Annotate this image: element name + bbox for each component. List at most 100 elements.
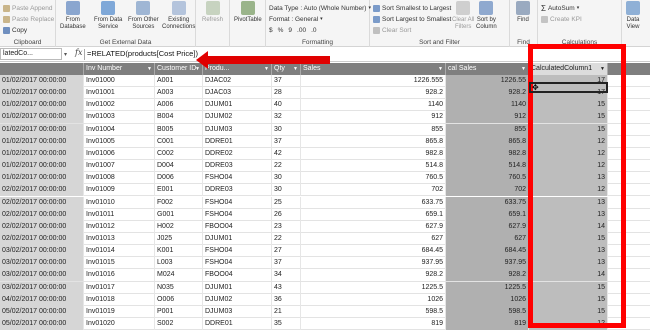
table-cell[interactable]: DDRE03 (203, 160, 272, 173)
table-cell[interactable]: FBOO04 (203, 220, 272, 233)
table-cell[interactable]: Inv01015 (84, 257, 155, 270)
table-cell[interactable]: 1226.555 (301, 75, 446, 87)
table-cell[interactable]: 937.95 (301, 257, 446, 270)
format-dropdown[interactable]: Format : General ▾ (269, 14, 323, 24)
table-cell[interactable]: Inv01001 (84, 87, 155, 100)
table-cell[interactable]: B005 (155, 123, 203, 136)
table-cell[interactable]: 22 (272, 232, 301, 245)
table-cell[interactable]: F002 (155, 196, 203, 209)
table-cell[interactable]: 937.95 (446, 257, 529, 270)
table-cell[interactable]: 02/02/2017 00:00:00 (0, 208, 84, 221)
existing-connections-button[interactable]: Existing Connections (162, 1, 195, 31)
table-cell[interactable]: A001 (155, 75, 203, 87)
table-cell[interactable]: Inv01012 (84, 220, 155, 233)
table-cell[interactable]: 659.1 (446, 208, 529, 221)
table-cell[interactable]: 627 (301, 232, 446, 245)
table-cell[interactable]: 982.8 (301, 147, 446, 160)
table-cell[interactable]: DJUM01 (203, 99, 272, 112)
table-cell[interactable]: H002 (155, 220, 203, 233)
table-cell[interactable]: DDRE01 (203, 135, 272, 148)
table-cell[interactable]: Inv01008 (84, 172, 155, 185)
formula-input[interactable]: =RELATED(products[Cost Price]) (87, 49, 198, 59)
table-cell[interactable]: 627.9 (301, 220, 446, 233)
percent-button[interactable]: % (278, 27, 284, 34)
table-cell[interactable]: 02/02/2017 00:00:00 (0, 196, 84, 209)
table-cell[interactable]: 1140 (301, 99, 446, 112)
sort-smallest-largest-button[interactable]: Sort Smallest to Largest (373, 3, 451, 13)
table-cell[interactable]: 684.45 (446, 245, 529, 258)
table-cell[interactable]: DJUM03 (203, 123, 272, 136)
clear-sort-button[interactable]: Clear Sort (373, 25, 411, 35)
table-cell[interactable]: Inv01003 (84, 111, 155, 124)
table-cell[interactable]: 760.5 (446, 172, 529, 185)
table-cell[interactable]: 30 (272, 184, 301, 197)
table-cell[interactable]: N035 (155, 281, 203, 294)
table-cell[interactable]: 30 (272, 123, 301, 136)
table-cell[interactable]: 23 (272, 220, 301, 233)
table-cell[interactable]: 1140 (446, 99, 529, 112)
table-cell[interactable]: Inv01009 (84, 184, 155, 197)
filter-dropdown-icon[interactable]: ▼ (264, 63, 269, 75)
table-cell[interactable]: DDRE01 (203, 318, 272, 330)
table-cell[interactable]: 40 (272, 99, 301, 112)
table-cell[interactable]: 01/02/2017 00:00:00 (0, 75, 84, 87)
table-cell[interactable]: FSHO04 (203, 257, 272, 270)
filter-dropdown-icon[interactable]: ▼ (438, 63, 443, 75)
table-cell[interactable]: 01/02/2017 00:00:00 (0, 87, 84, 100)
table-cell[interactable]: 819 (446, 318, 529, 330)
table-cell[interactable]: 01/02/2017 00:00:00 (0, 99, 84, 112)
table-cell[interactable]: M024 (155, 269, 203, 282)
table-cell[interactable]: FSHO04 (203, 196, 272, 209)
table-cell[interactable]: Inv01014 (84, 245, 155, 258)
from-data-service-button[interactable]: From Data Service (94, 1, 122, 31)
name-box[interactable]: latedCo... (0, 48, 62, 60)
table-cell[interactable]: 928.2 (446, 87, 529, 100)
table-cell[interactable]: 865.8 (446, 135, 529, 148)
table-cell[interactable]: Inv01006 (84, 147, 155, 160)
table-cell[interactable]: 760.5 (301, 172, 446, 185)
pivottable-button[interactable]: PivotTable (234, 1, 262, 24)
column-header[interactable]: cal Sales ▼ (446, 63, 529, 75)
table-cell[interactable]: 27 (272, 245, 301, 258)
table-cell[interactable]: 02/02/2017 00:00:00 (0, 220, 84, 233)
table-cell[interactable]: J025 (155, 232, 203, 245)
table-cell[interactable]: 01/02/2017 00:00:00 (0, 160, 84, 173)
table-cell[interactable]: 01/02/2017 00:00:00 (0, 111, 84, 124)
table-cell[interactable]: 43 (272, 281, 301, 294)
table-cell[interactable]: 22 (272, 160, 301, 173)
table-cell[interactable]: 35 (272, 318, 301, 330)
paste-append-button[interactable]: Paste Append (3, 3, 52, 13)
table-cell[interactable]: Inv01020 (84, 318, 155, 330)
paste-replace-button[interactable]: Paste Replace (3, 14, 54, 24)
increase-decimal-button[interactable]: .00 (297, 27, 306, 34)
chevron-down-icon[interactable]: ▾ (64, 51, 67, 58)
table-cell[interactable]: 36 (272, 293, 301, 306)
table-cell[interactable]: 598.5 (301, 305, 446, 318)
table-cell[interactable]: P001 (155, 305, 203, 318)
table-cell[interactable]: 928.2 (446, 269, 529, 282)
table-cell[interactable]: 28 (272, 87, 301, 100)
table-cell[interactable]: 627.9 (446, 220, 529, 233)
table-cell[interactable]: 21 (272, 305, 301, 318)
table-cell[interactable]: 514.8 (446, 160, 529, 173)
table-cell[interactable]: 702 (446, 184, 529, 197)
create-kpi-button[interactable]: Create KPI (541, 14, 582, 24)
comma-style-button[interactable]: 9 (288, 27, 292, 34)
table-cell[interactable]: C002 (155, 147, 203, 160)
autosum-button[interactable]: Σ AutoSum ▾ (541, 3, 579, 13)
table-cell[interactable]: 26 (272, 208, 301, 221)
table-cell[interactable]: A003 (155, 87, 203, 100)
table-cell[interactable]: Inv01018 (84, 293, 155, 306)
table-cell[interactable]: 627 (446, 232, 529, 245)
table-cell[interactable]: 912 (301, 111, 446, 124)
table-cell[interactable]: DJUM02 (203, 111, 272, 124)
table-cell[interactable]: FSHO04 (203, 208, 272, 221)
sort-largest-smallest-button[interactable]: Sort Largest to Smallest (373, 14, 451, 24)
table-cell[interactable]: L003 (155, 257, 203, 270)
copy-button[interactable]: Copy (3, 25, 27, 35)
find-button[interactable]: Find (516, 1, 530, 24)
table-cell[interactable]: 659.1 (301, 208, 446, 221)
table-cell[interactable]: 25 (272, 196, 301, 209)
table-cell[interactable]: 1026 (301, 293, 446, 306)
table-cell[interactable]: 01/02/2017 00:00:00 (0, 135, 84, 148)
